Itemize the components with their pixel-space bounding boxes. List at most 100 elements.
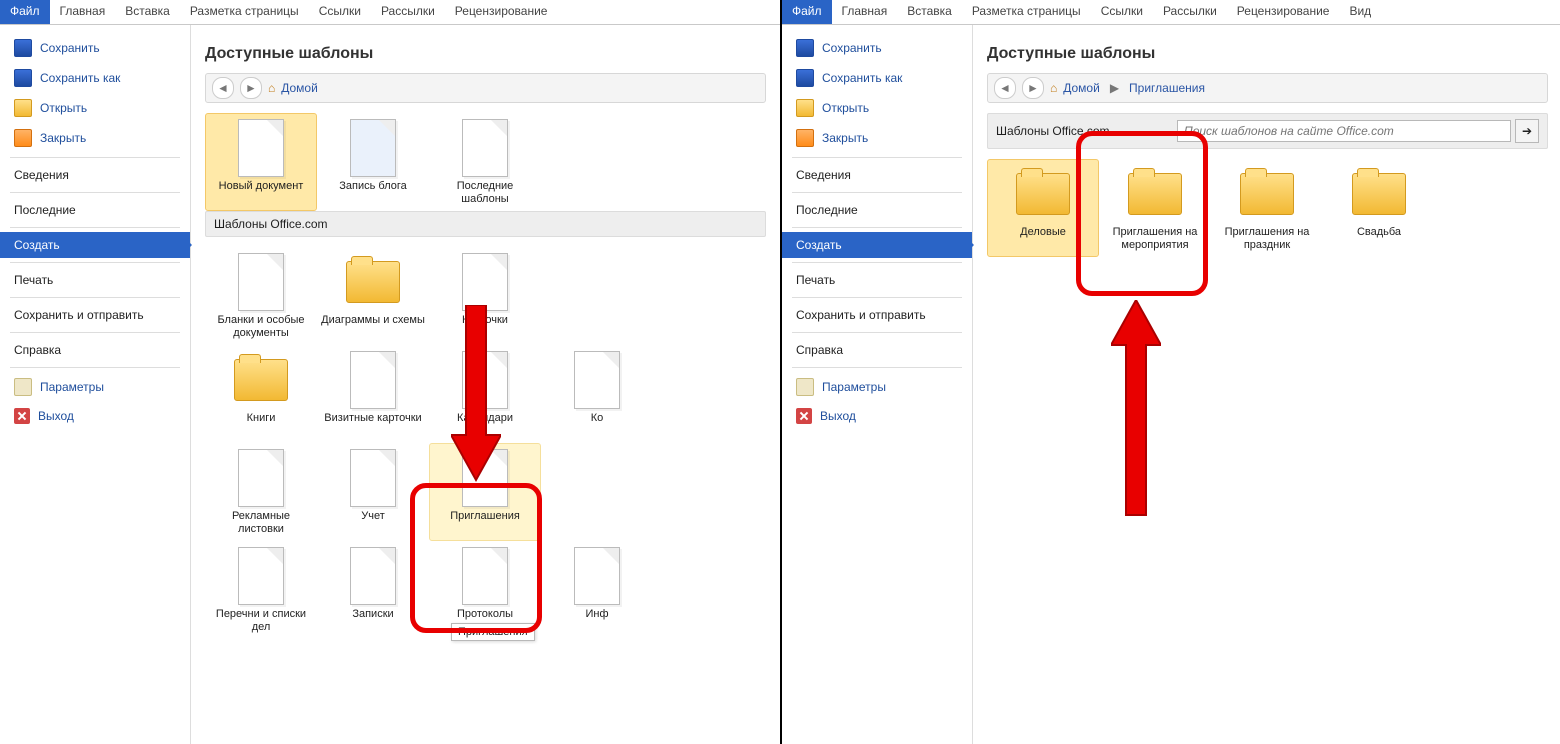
tile-partial-2[interactable]: Инф <box>541 541 653 639</box>
sidebar-save-as[interactable]: Сохранить как <box>0 63 190 93</box>
tile-label: Учет <box>361 510 385 536</box>
tile-business[interactable]: Деловые <box>987 159 1099 257</box>
crumb-invitations[interactable]: Приглашения <box>1129 81 1205 95</box>
office-templates-header: Шаблоны Office.com <box>205 211 766 237</box>
sidebar-new[interactable]: Создать <box>0 232 190 258</box>
tile-wedding[interactable]: Свадьба <box>1323 159 1435 257</box>
tile-diagrams[interactable]: Диаграммы и схемы <box>317 247 429 345</box>
sidebar-help[interactable]: Справка <box>0 337 190 363</box>
tab-references[interactable]: Ссылки <box>309 0 371 24</box>
tile-label: Деловые <box>1020 226 1066 252</box>
sidebar-open[interactable]: Открыть <box>0 93 190 123</box>
tab-layout[interactable]: Разметка страницы <box>962 0 1091 24</box>
backstage-sidebar: Сохранить Сохранить как Открыть Закрыть … <box>0 25 191 744</box>
sidebar-info[interactable]: Сведения <box>782 162 972 188</box>
sidebar-close[interactable]: Закрыть <box>0 123 190 153</box>
nav-back[interactable]: ◄ <box>212 77 234 99</box>
crumb-home[interactable]: Домой <box>1063 81 1100 95</box>
tab-view[interactable]: Вид <box>1339 0 1381 24</box>
tab-mailings[interactable]: Рассылки <box>1153 0 1227 24</box>
sidebar-recent-label: Последние <box>14 203 76 217</box>
tab-insert[interactable]: Вставка <box>897 0 962 24</box>
sidebar-save[interactable]: Сохранить <box>0 33 190 63</box>
tile-recent-templates[interactable]: Последние шаблоны <box>429 113 541 211</box>
sidebar-save-as-label: Сохранить как <box>822 71 902 85</box>
tab-file[interactable]: Файл <box>0 0 50 24</box>
tile-blog-post[interactable]: Запись блога <box>317 113 429 211</box>
search-input[interactable] <box>1177 120 1511 142</box>
tile-label: Бланки и особые документы <box>208 314 314 340</box>
home-icon[interactable]: ⌂ <box>268 81 275 95</box>
sidebar-print-label: Печать <box>14 273 53 287</box>
tile-label: Приглашения на мероприятия <box>1102 226 1208 252</box>
tile-lists[interactable]: Перечни и списки дел <box>205 541 317 639</box>
tab-insert[interactable]: Вставка <box>115 0 180 24</box>
breadcrumb-bar: ◄ ► ⌂ Домой ▶ Приглашения <box>987 73 1548 103</box>
tab-review[interactable]: Рецензирование <box>1227 0 1340 24</box>
tile-memos[interactable]: Записки <box>317 541 429 639</box>
tile-invitations[interactable]: Приглашения <box>429 443 541 541</box>
sidebar-open-label: Открыть <box>40 101 87 115</box>
tab-references[interactable]: Ссылки <box>1091 0 1153 24</box>
sidebar-open[interactable]: Открыть <box>782 93 972 123</box>
office-templates-header: Шаблоны Office.com ➔ <box>987 113 1548 149</box>
nav-forward[interactable]: ► <box>1022 77 1044 99</box>
sidebar-recent[interactable]: Последние <box>782 197 972 223</box>
crumb-home[interactable]: Домой <box>281 81 318 95</box>
search-go-button[interactable]: ➔ <box>1515 119 1539 143</box>
close-icon <box>796 129 814 147</box>
options-icon <box>796 378 814 396</box>
tab-mailings[interactable]: Рассылки <box>371 0 445 24</box>
pane-title: Доступные шаблоны <box>205 45 766 63</box>
tab-file[interactable]: Файл <box>782 0 832 24</box>
sidebar-print[interactable]: Печать <box>0 267 190 293</box>
tile-accounting[interactable]: Учет <box>317 443 429 541</box>
sidebar-help[interactable]: Справка <box>782 337 972 363</box>
tile-label: Инф <box>585 608 608 634</box>
home-icon[interactable]: ⌂ <box>1050 81 1057 95</box>
tile-new-document[interactable]: Новый документ <box>205 113 317 211</box>
tile-business-cards[interactable]: Визитные карточки <box>317 345 429 443</box>
invitation-categories: Деловые Приглашения на мероприятия Пригл… <box>987 159 1548 257</box>
sidebar-print[interactable]: Печать <box>782 267 972 293</box>
sidebar-save-as[interactable]: Сохранить как <box>782 63 972 93</box>
window-left: Файл Главная Вставка Разметка страницы С… <box>0 0 782 744</box>
tile-forms[interactable]: Бланки и особые документы <box>205 247 317 345</box>
tab-layout[interactable]: Разметка страницы <box>180 0 309 24</box>
sidebar-new[interactable]: Создать <box>782 232 972 258</box>
tile-label: Новый документ <box>219 180 304 206</box>
tile-flyers[interactable]: Рекламные листовки <box>205 443 317 541</box>
tile-label: Диаграммы и схемы <box>321 314 425 340</box>
tile-calendars[interactable]: Календари <box>429 345 541 443</box>
office-header-label: Шаблоны Office.com <box>996 124 1110 138</box>
sidebar-exit[interactable]: Выход <box>782 402 972 430</box>
tile-books[interactable]: Книги <box>205 345 317 443</box>
nav-back[interactable]: ◄ <box>994 77 1016 99</box>
window-right: Файл Главная Вставка Разметка страницы С… <box>782 0 1560 744</box>
sidebar-info[interactable]: Сведения <box>0 162 190 188</box>
sidebar-share[interactable]: Сохранить и отправить <box>0 302 190 328</box>
options-icon <box>14 378 32 396</box>
tile-partial-1[interactable]: Ко <box>541 345 653 443</box>
sidebar-close[interactable]: Закрыть <box>782 123 972 153</box>
sidebar-close-label: Закрыть <box>40 131 86 145</box>
sidebar-save[interactable]: Сохранить <box>782 33 972 63</box>
tab-review[interactable]: Рецензирование <box>445 0 558 24</box>
tile-label: Приглашения на праздник <box>1214 226 1320 252</box>
sidebar-options[interactable]: Параметры <box>0 372 190 402</box>
tab-home[interactable]: Главная <box>832 0 898 24</box>
tab-home[interactable]: Главная <box>50 0 116 24</box>
save-as-icon <box>14 69 32 87</box>
tile-label: Карточки <box>462 314 508 340</box>
tile-cards[interactable]: Карточки <box>429 247 541 345</box>
sidebar-new-label: Создать <box>14 238 60 252</box>
sidebar-exit[interactable]: Выход <box>0 402 190 430</box>
tile-event-invitations[interactable]: Приглашения на мероприятия <box>1099 159 1211 257</box>
sidebar-recent[interactable]: Последние <box>0 197 190 223</box>
sidebar-options[interactable]: Параметры <box>782 372 972 402</box>
save-as-icon <box>796 69 814 87</box>
tile-holiday-invitations[interactable]: Приглашения на праздник <box>1211 159 1323 257</box>
nav-forward[interactable]: ► <box>240 77 262 99</box>
sidebar-share[interactable]: Сохранить и отправить <box>782 302 972 328</box>
close-icon <box>14 129 32 147</box>
